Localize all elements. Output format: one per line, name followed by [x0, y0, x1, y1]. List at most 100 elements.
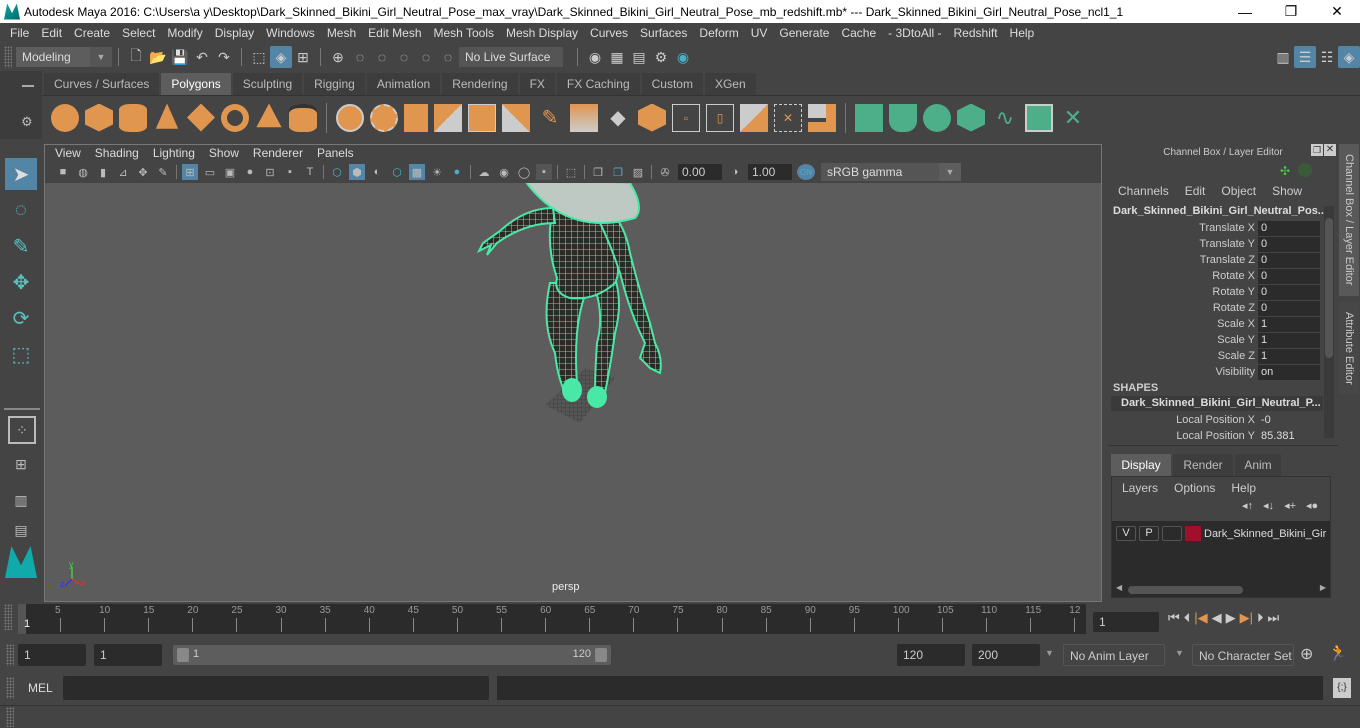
poly-pipe-icon[interactable]: [289, 103, 317, 132]
image-plane-icon[interactable]: ⊿: [115, 164, 131, 180]
four-pane-layout-icon[interactable]: ⊞: [5, 448, 37, 480]
side-tab-attribute-editor[interactable]: Attribute Editor: [1339, 302, 1359, 394]
rotate-tool-icon[interactable]: ⟳: [5, 302, 37, 334]
channel-value[interactable]: 85.381: [1258, 429, 1320, 444]
menu-create[interactable]: Create: [68, 26, 116, 40]
viewport-persp[interactable]: View Shading Lighting Show Renderer Pane…: [44, 144, 1102, 602]
textured-icon[interactable]: ▩: [409, 164, 425, 180]
render-frame-icon[interactable]: ▦: [606, 46, 628, 68]
command-language-label[interactable]: MEL: [28, 681, 53, 695]
menu-uv[interactable]: UV: [745, 26, 774, 40]
menu-display[interactable]: Display: [209, 26, 260, 40]
safe-action-icon[interactable]: ▪: [282, 164, 298, 180]
wireframe-icon[interactable]: ⬡: [329, 164, 345, 180]
vertical-layout-icon[interactable]: ▤: [5, 520, 37, 540]
bridge-icon[interactable]: [502, 103, 530, 132]
unfold-icon[interactable]: ∿: [991, 104, 1019, 132]
cb-menu-edit[interactable]: Edit: [1185, 184, 1206, 200]
step-back-key-icon[interactable]: |◀: [1194, 610, 1207, 626]
hypershade-icon[interactable]: ◉: [672, 46, 694, 68]
channel-row[interactable]: Scale X1: [1108, 316, 1320, 332]
character-set-select[interactable]: No Character Set: [1192, 644, 1294, 666]
bevel-icon[interactable]: ✎: [536, 104, 564, 132]
shelf-settings-gear-icon[interactable]: ⚙: [21, 114, 33, 130]
scrollbar-thumb[interactable]: [1128, 586, 1243, 594]
layer-menu-layers[interactable]: Layers: [1122, 481, 1158, 495]
live-surface-field[interactable]: No Live Surface: [459, 47, 563, 67]
playback-end-field[interactable]: 120: [897, 644, 965, 666]
auto-key-icon[interactable]: ⊕: [1300, 644, 1313, 664]
channel-value[interactable]: 1: [1258, 348, 1320, 364]
animation-end-field[interactable]: 200: [972, 644, 1040, 666]
go-to-end-icon[interactable]: ⏭: [1267, 610, 1279, 626]
viewport-menu-shading[interactable]: Shading: [95, 146, 139, 160]
smooth-icon[interactable]: [434, 103, 462, 132]
layer-tab-anim[interactable]: Anim: [1235, 454, 1281, 476]
shelf-tab-curves-surfaces[interactable]: Curves / Surfaces: [44, 73, 160, 95]
ipr-render-icon[interactable]: ▤: [628, 46, 650, 68]
open-scene-icon[interactable]: 📂: [147, 46, 169, 68]
command-input[interactable]: [63, 676, 489, 700]
xray-active-components-icon[interactable]: ❐: [610, 164, 626, 180]
menu-file[interactable]: File: [4, 26, 35, 40]
close-button[interactable]: ✕: [1314, 3, 1360, 20]
layer-menu-options[interactable]: Options: [1174, 481, 1215, 495]
menu-deform[interactable]: Deform: [693, 26, 744, 40]
planar-mapping-icon[interactable]: [889, 103, 917, 132]
uv-checker-icon[interactable]: [1025, 103, 1053, 132]
play-backwards-icon[interactable]: ◀: [1212, 610, 1222, 626]
paint-select-tool-icon[interactable]: ✎: [5, 230, 37, 262]
channel-row[interactable]: Scale Y1: [1108, 332, 1320, 348]
poly-cone-icon[interactable]: [155, 103, 179, 129]
menu-3dtoall[interactable]: - 3DtoAll -: [882, 26, 947, 40]
channel-value[interactable]: on: [1258, 364, 1320, 380]
cb-menu-show[interactable]: Show: [1272, 184, 1302, 200]
time-slider[interactable]: 1 5 10 15 20 25 30 35 40 45 50 55 60 65 70 75 80 85 90 95 1…: [18, 604, 1086, 634]
shelf-tab-animation[interactable]: Animation: [366, 73, 441, 95]
new-layer-icon[interactable]: ◂+: [1284, 499, 1296, 512]
menu-mesh-display[interactable]: Mesh Display: [500, 26, 584, 40]
layer-tab-display[interactable]: Display: [1111, 454, 1171, 476]
menu-edit-mesh[interactable]: Edit Mesh: [362, 26, 427, 40]
current-frame-field[interactable]: 1: [1093, 612, 1159, 632]
view-transform-select[interactable]: sRGB gamma ▼: [821, 163, 961, 181]
close-panel-icon[interactable]: ✕: [1324, 144, 1336, 156]
step-forward-frame-icon[interactable]: ⏵: [1257, 610, 1264, 626]
safe-title-icon[interactable]: T: [302, 164, 318, 180]
viewport-menu-renderer[interactable]: Renderer: [253, 146, 303, 160]
channel-toggle-icon[interactable]: [1298, 163, 1312, 177]
gate-mask-icon[interactable]: ●: [242, 164, 258, 180]
channel-box-scrollbar[interactable]: [1324, 206, 1334, 438]
channel-row[interactable]: Rotate Z0: [1108, 300, 1320, 316]
poly-pyramid-icon[interactable]: [256, 103, 282, 128]
quad-draw-icon[interactable]: [740, 103, 768, 132]
channel-value[interactable]: 0: [1258, 300, 1320, 316]
cb-menu-object[interactable]: Object: [1221, 184, 1256, 200]
single-pane-layout-icon[interactable]: ⁘: [8, 416, 36, 444]
menu-modify[interactable]: Modify: [161, 26, 208, 40]
channel-row[interactable]: Rotate X0: [1108, 268, 1320, 284]
range-start-handle[interactable]: [177, 648, 189, 662]
field-chart-icon[interactable]: ⊡: [262, 164, 278, 180]
shelf-menu-icon[interactable]: [22, 85, 34, 87]
attribute-editor-toggle-icon[interactable]: ☰: [1294, 46, 1316, 68]
grid-icon[interactable]: ⊞: [182, 164, 198, 180]
scroll-right-icon[interactable]: ▶: [1320, 583, 1326, 592]
poly-sphere-icon[interactable]: [51, 103, 79, 132]
side-tab-channel-box[interactable]: Channel Box / Layer Editor: [1339, 144, 1359, 296]
shelf-tab-xgen[interactable]: XGen: [704, 73, 756, 95]
insert-edge-loop-icon[interactable]: ▫: [672, 103, 700, 132]
channel-row[interactable]: Translate Y0: [1108, 236, 1320, 252]
merge-icon[interactable]: [808, 103, 836, 132]
channel-value[interactable]: 0: [1258, 268, 1320, 284]
menu-mesh-tools[interactable]: Mesh Tools: [428, 26, 500, 40]
layer-playback-toggle[interactable]: P: [1139, 526, 1159, 541]
menu-windows[interactable]: Windows: [260, 26, 321, 40]
use-all-lights-icon[interactable]: ☀: [429, 164, 445, 180]
modeling-toolkit-icon[interactable]: ▥: [1272, 46, 1294, 68]
depth-of-field-icon[interactable]: ▪: [536, 164, 552, 180]
channel-value[interactable]: 0: [1258, 284, 1320, 300]
layer-visibility-toggle[interactable]: V: [1116, 526, 1136, 541]
anim-layer-dropdown-icon[interactable]: ▼: [1045, 648, 1054, 658]
maximize-button[interactable]: ❐: [1268, 3, 1314, 20]
